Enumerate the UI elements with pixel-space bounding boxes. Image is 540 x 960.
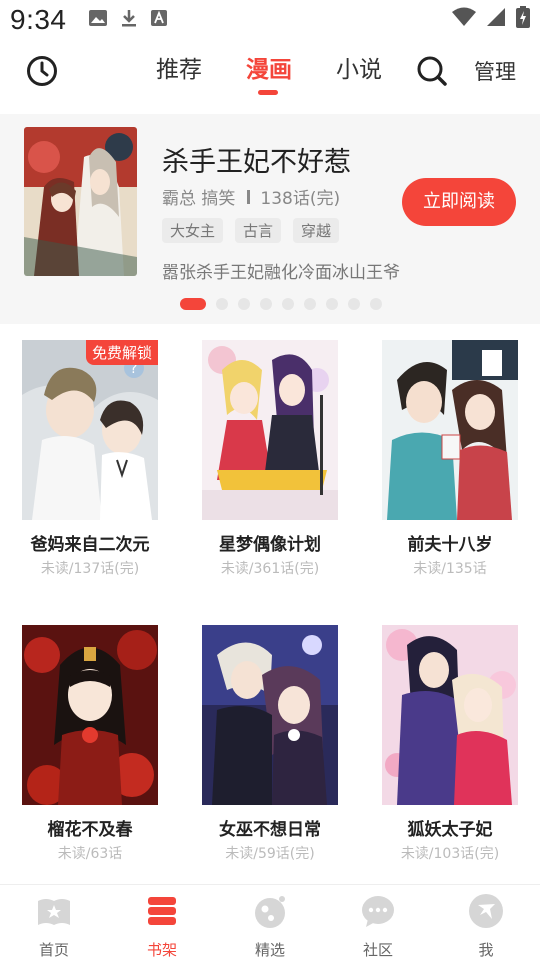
free-unlock-badge: 免费解锁 [85,340,158,365]
comic-progress: 未读/103话(完) [400,846,500,862]
search-button[interactable] [414,53,450,89]
carousel-dot[interactable] [260,298,272,310]
comic-progress: 未读/137话(完) [40,561,140,577]
comic-title: 星梦偶像计划 [219,535,321,555]
nav-label: 社区 [362,941,393,959]
top-nav: 推荐 漫画 小说 管理 [0,44,540,104]
comic-title: 狐妖太子妃 [407,820,493,840]
nav-label: 我 [478,941,494,959]
featured-icon [255,896,285,928]
carousel-dot[interactable] [238,298,250,310]
download-icon [122,10,136,27]
active-tab-indicator [258,90,278,95]
nav-community[interactable]: 社区 [338,891,418,960]
tag: 古言 [235,218,282,243]
carousel-dot[interactable] [304,298,316,310]
nav-bookshelf[interactable]: 书架 [122,891,202,960]
battery-charging-icon [516,6,530,28]
featured-title: 杀手王妃不好惹 [162,147,351,178]
bookshelf-icon [148,897,176,925]
comic-card[interactable]: ? 免费解锁 爸妈来自二次元 未读/137话(完) [22,340,158,578]
carousel-dot[interactable] [216,298,228,310]
comic-card[interactable]: 女巫不想日常 未读/59话(完) [202,625,338,863]
comic-card[interactable]: 星梦偶像计划 未读/361话(完) [202,340,338,578]
comic-cover[interactable] [202,340,338,520]
comic-progress: 未读/135话 [413,561,487,577]
featured-cover[interactable] [24,127,137,276]
tab-novels[interactable]: 小说 [336,54,382,86]
nav-label: 首页 [38,941,69,959]
featured-description: 嚣张杀手王妃融化冷面冰山王爷 [162,263,400,283]
profile-icon [469,894,503,928]
manage-button[interactable]: 管理 [474,56,516,86]
tab-comics[interactable]: 漫画 [246,54,292,86]
meta-separator [247,189,251,204]
search-icon [417,56,447,86]
comic-card[interactable]: 狐妖太子妃 未读/103话(完) [382,625,518,863]
comic-card[interactable]: 前夫十八岁 未读/135话 [382,340,518,578]
nav-label: 书架 [146,941,177,959]
comic-title: 前夫十八岁 [407,535,493,555]
status-bar: 9:34 [0,0,540,44]
image-icon [89,10,107,26]
tag: 大女主 [162,218,224,243]
nav-label: 精选 [254,941,285,959]
featured-tags: 大女主 古言 穿越 [162,218,340,243]
comic-title: 女巫不想日常 [219,820,321,840]
comic-card[interactable]: 榴花不及春 未读/63话 [22,625,158,863]
tab-recommend[interactable]: 推荐 [156,54,202,86]
signal-icon [487,8,505,26]
nav-home[interactable]: 首页 [14,891,94,960]
home-book-icon [38,899,70,925]
comic-progress: 未读/361话(完) [220,561,320,577]
bottom-nav: 首页 书架 精选 社区 我 [0,884,540,960]
comic-cover[interactable] [382,340,518,520]
featured-genres: 霸总 搞笑 [162,189,236,209]
featured-banner[interactable]: 杀手王妃不好惹 霸总 搞笑 138话(完) 大女主 古言 穿越 立即阅读 嚣张杀… [0,114,540,324]
nav-me[interactable]: 我 [446,891,526,960]
featured-meta: 霸总 搞笑 138话(完) [162,184,340,209]
text-icon [151,10,167,26]
chat-bubble-icon [362,896,394,927]
carousel-dot[interactable] [326,298,338,310]
comic-cover[interactable]: ? 免费解锁 [22,340,158,520]
history-button[interactable] [24,53,60,89]
comic-title: 爸妈来自二次元 [30,535,150,555]
carousel-indicator [180,298,382,310]
comic-title: 榴花不及春 [47,820,133,840]
carousel-dot[interactable] [348,298,360,310]
read-now-button[interactable]: 立即阅读 [402,178,516,226]
carousel-dot[interactable] [282,298,294,310]
featured-chapters: 138话(完) [260,189,341,209]
comic-progress: 未读/63话 [57,846,123,862]
nav-featured[interactable]: 精选 [230,891,310,960]
carousel-dot-active[interactable] [180,298,206,310]
status-time: 9:34 [10,4,67,35]
wifi-icon [452,7,476,26]
comic-cover[interactable] [202,625,338,805]
comic-cover[interactable] [382,625,518,805]
comic-progress: 未读/59话(完) [225,846,315,862]
tag: 穿越 [293,218,340,243]
comic-cover[interactable] [22,625,158,805]
clock-icon [27,56,57,86]
carousel-dot[interactable] [370,298,382,310]
